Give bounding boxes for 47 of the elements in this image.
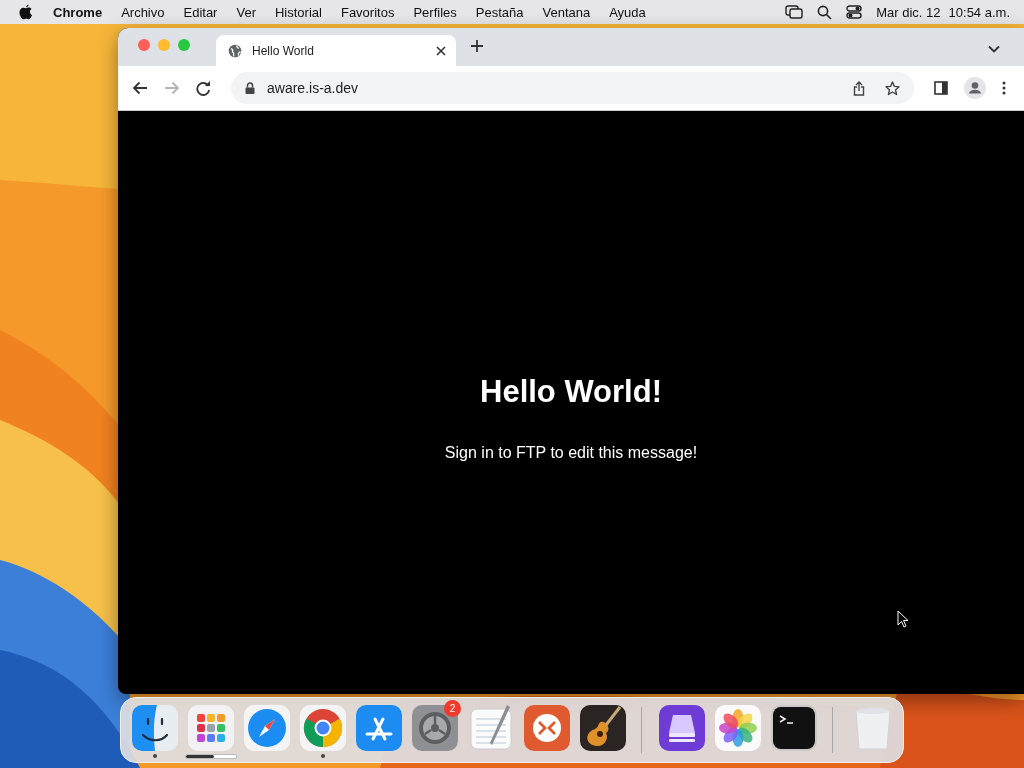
menu-item[interactable]: Editar [183,4,218,20]
back-icon[interactable] [132,81,148,95]
share-icon[interactable] [853,80,865,96]
control-center-icon[interactable] [846,5,863,19]
progress-bar [185,753,237,759]
menu-item[interactable]: Pestaña [475,4,524,20]
menu-item[interactable]: Perfiles [413,4,457,20]
app-store-icon[interactable] [356,705,402,751]
app-menu[interactable]: Chrome [53,4,103,20]
finder-icon[interactable] [132,705,178,751]
launchpad-icon[interactable] [188,705,234,751]
menu-item[interactable]: Archivo [121,4,165,20]
guitar-icon[interactable] [580,705,626,751]
flower-icon[interactable] [715,705,761,751]
page-message: Sign in to FTP to edit this message! [444,443,698,462]
screens-icon[interactable] [785,5,804,19]
menu-date[interactable]: Mar dic. 12 [876,4,941,20]
profile-icon[interactable] [964,77,986,99]
new-tab-icon[interactable] [470,39,484,53]
menu-item[interactable]: Ayuda [609,4,646,20]
menu-item[interactable]: Ventana [542,4,591,20]
search-icon[interactable] [817,4,833,20]
menu-icon[interactable] [1002,81,1006,95]
notification-badge: 2 [444,700,461,717]
gear-icon[interactable] [412,705,458,751]
close-tab-icon[interactable] [436,45,446,56]
menu-item[interactable]: Ver [236,4,256,20]
star-icon[interactable] [885,80,900,96]
side-panel-icon[interactable] [934,81,948,95]
device-icon[interactable] [659,705,705,751]
chrome-icon[interactable] [300,705,346,751]
notepad-icon[interactable] [468,705,514,751]
remote-desktop-icon[interactable] [524,705,570,751]
menu-time[interactable]: 10:54 a.m. [948,4,1010,20]
page-heading: Hello World! [480,373,662,410]
compass-icon[interactable] [244,705,290,751]
menu-item[interactable]: Favoritos [340,4,395,20]
browser-tab[interactable]: Hello World [216,35,456,66]
address-bar[interactable]: aware.is-a.dev [231,72,914,104]
lock-icon [245,82,255,94]
cursor-icon [897,610,909,628]
reload-icon[interactable] [196,80,211,96]
globe-icon [228,43,242,58]
apple-icon[interactable] [19,4,33,20]
terminal-icon[interactable] [771,705,817,751]
menu-item[interactable]: Historial [274,4,322,20]
tab-search-icon[interactable] [988,45,1000,53]
